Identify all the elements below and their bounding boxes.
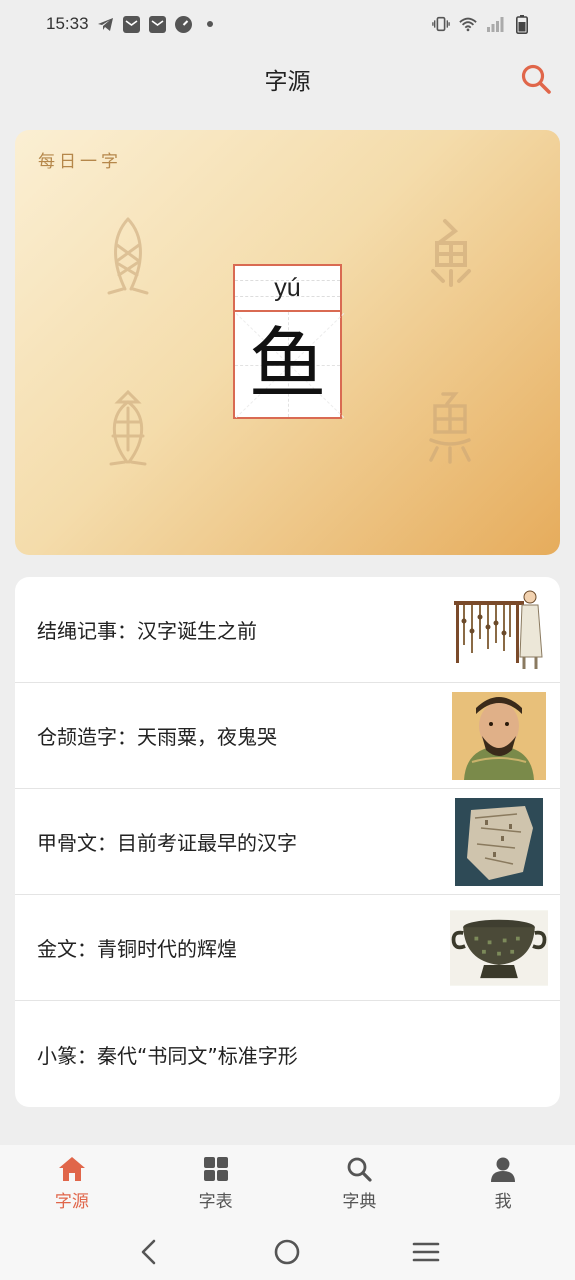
article-list: 结绳记事：汉字诞生之前 仓颉造字：天雨粟，夜鬼哭 甲骨文：目前考证最早的汉字 金… bbox=[15, 577, 560, 1107]
signal-icon bbox=[486, 15, 504, 33]
list-item[interactable]: 甲骨文：目前考证最早的汉字 bbox=[15, 789, 560, 895]
status-time: 15:33 bbox=[46, 14, 89, 33]
nav-label: 字源 bbox=[54, 1192, 89, 1212]
list-item[interactable]: 小篆：秦代“书同文”标准字形 bbox=[15, 1001, 560, 1107]
list-item[interactable]: 结绳记事：汉字诞生之前 bbox=[15, 577, 560, 683]
list-item[interactable]: 仓颉造字：天雨粟，夜鬼哭 bbox=[15, 683, 560, 789]
home-icon bbox=[58, 1155, 86, 1183]
article-title: 结绳记事：汉字诞生之前 bbox=[37, 619, 257, 643]
oracle-fish-glyph bbox=[107, 217, 149, 295]
back-icon[interactable] bbox=[129, 1232, 169, 1272]
bronze-fish-glyph bbox=[431, 219, 471, 287]
search-icon bbox=[345, 1155, 373, 1183]
seal-fish-glyph bbox=[429, 392, 471, 464]
article-title: 小篆：秦代“书同文”标准字形 bbox=[37, 1043, 298, 1068]
oracle-bone-thumbnail bbox=[450, 796, 548, 888]
telegram-icon bbox=[97, 15, 115, 33]
status-bar: 15:33 bbox=[0, 0, 575, 48]
home-circle-icon[interactable] bbox=[267, 1232, 307, 1272]
grid-icon bbox=[202, 1155, 230, 1183]
search-icon[interactable] bbox=[519, 62, 553, 96]
bronze-vessel-thumbnail bbox=[450, 902, 548, 994]
nav-label: 我 bbox=[494, 1192, 512, 1212]
mail-icon bbox=[149, 15, 167, 33]
nav-item-me[interactable]: 我 bbox=[431, 1145, 575, 1223]
app-header: 字源 bbox=[0, 48, 575, 110]
dot-icon bbox=[201, 15, 219, 33]
pinyin: yú bbox=[274, 273, 301, 302]
menu-icon[interactable] bbox=[406, 1232, 446, 1272]
battery-icon bbox=[513, 14, 531, 34]
nav-label: 字表 bbox=[198, 1192, 233, 1212]
daily-label: 每日一字 bbox=[38, 152, 122, 172]
page-title: 字源 bbox=[264, 69, 311, 95]
article-title: 甲骨文：目前考证最早的汉字 bbox=[37, 831, 297, 855]
knotted-rope-thumbnail bbox=[450, 584, 548, 676]
cangjie-portrait-thumbnail bbox=[450, 690, 548, 782]
bottom-nav: 字源 字表 字典 我 bbox=[0, 1145, 575, 1223]
pinyin-row: yú bbox=[235, 266, 340, 312]
user-icon bbox=[489, 1155, 517, 1183]
article-title: 仓颉造字：天雨粟，夜鬼哭 bbox=[37, 725, 277, 749]
daily-character: 鱼 bbox=[248, 319, 327, 410]
nav-item-origin[interactable]: 字源 bbox=[0, 1145, 144, 1223]
vibrate-icon bbox=[432, 15, 450, 33]
mail-icon bbox=[123, 15, 141, 33]
daily-character-card[interactable]: 每日一字 yú 鱼 bbox=[15, 130, 560, 555]
nav-item-char-table[interactable]: 字表 bbox=[144, 1145, 288, 1223]
speed-icon bbox=[175, 15, 193, 33]
character-box: yú 鱼 bbox=[233, 264, 345, 419]
nav-item-dictionary[interactable]: 字典 bbox=[288, 1145, 432, 1223]
wifi-icon bbox=[459, 15, 477, 33]
system-nav-bar bbox=[0, 1223, 575, 1280]
oracle-fish-glyph-2 bbox=[109, 389, 147, 466]
hanzi-row: 鱼 bbox=[235, 312, 345, 418]
article-title: 金文：青铜时代的辉煌 bbox=[37, 937, 237, 961]
list-item[interactable]: 金文：青铜时代的辉煌 bbox=[15, 895, 560, 1001]
nav-label: 字典 bbox=[342, 1192, 377, 1212]
